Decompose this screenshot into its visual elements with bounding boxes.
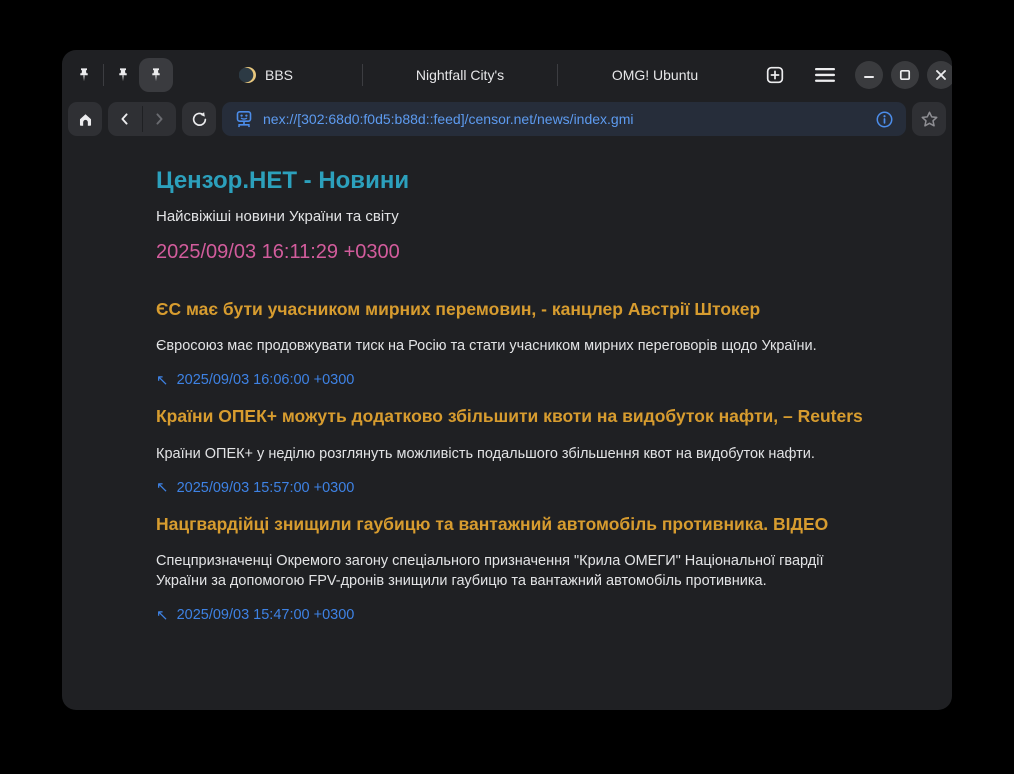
- window-controls: [855, 61, 952, 89]
- article-link-label: 2025/09/03 16:06:00 +0300: [177, 372, 355, 388]
- url-text[interactable]: nex://[302:68d0:f0d5:b88d::feed]/censor.…: [263, 111, 866, 127]
- link-arrow-icon: ↖: [156, 480, 169, 495]
- tab-bbs[interactable]: BBS: [173, 56, 359, 94]
- hamburger-icon: [814, 67, 836, 83]
- navigation-bar: nex://[302:68d0:f0d5:b88d::feed]/censor.…: [62, 96, 952, 142]
- browser-window: BBS Nightfall City's OMG! Ubuntu: [62, 50, 952, 710]
- new-tab-button[interactable]: [759, 59, 791, 91]
- minimize-button[interactable]: [855, 61, 883, 89]
- reload-icon: [191, 111, 208, 128]
- link-arrow-icon: ↖: [156, 608, 169, 623]
- retro-computer-icon: [234, 109, 254, 129]
- page-content: Цензор.НЕТ - Новини Найсвіжіші новини Ук…: [62, 142, 952, 623]
- tab-label: BBS: [265, 67, 293, 83]
- article-link[interactable]: ↖ 2025/09/03 16:06:00 +0300: [156, 372, 354, 388]
- article-link[interactable]: ↖ 2025/09/03 15:47:00 +0300: [156, 607, 354, 623]
- tab-nightfall-citys[interactable]: Nightfall City's: [366, 56, 554, 94]
- article-1: ЄС має бути учасником мирних перемовин, …: [156, 298, 912, 388]
- close-icon: [935, 69, 947, 81]
- pushpin-icon: [115, 67, 131, 83]
- reload-button[interactable]: [182, 102, 216, 136]
- close-button[interactable]: [927, 61, 952, 89]
- article-body: Країни ОПЕК+ у неділю розглянуть можливі…: [156, 444, 832, 464]
- back-button[interactable]: [108, 102, 142, 136]
- article-heading: Країни ОПЕК+ можуть додатково збільшити …: [156, 405, 876, 427]
- history-buttons: [108, 102, 176, 136]
- tab-label: Nightfall City's: [416, 67, 504, 83]
- article-3: Нацгвардійці знищили гаубицю та вантажни…: [156, 513, 912, 623]
- bookmark-button[interactable]: [912, 102, 946, 136]
- pinned-tab-2[interactable]: [107, 59, 139, 91]
- plus-square-icon: [765, 65, 785, 85]
- home-icon: [77, 111, 94, 128]
- pill-divider: [142, 106, 143, 132]
- page-subtitle: Найсвіжіші новини України та світу: [156, 208, 912, 225]
- tab-label: OMG! Ubuntu: [612, 67, 698, 83]
- tab-separator: [362, 64, 363, 86]
- feed-timestamp: 2025/09/03 16:11:29 +0300: [156, 241, 912, 264]
- article-body: Євросоюз має продовжувати тиск на Росію …: [156, 336, 832, 356]
- maximize-icon: [899, 69, 911, 81]
- page-title: Цензор.НЕТ - Новини: [156, 166, 912, 196]
- link-arrow-icon: ↖: [156, 373, 169, 388]
- menu-button[interactable]: [807, 59, 843, 91]
- pinned-tab-1[interactable]: [68, 59, 100, 91]
- article-body: Спецпризначенці Окремого загону спеціаль…: [156, 551, 832, 591]
- article-link[interactable]: ↖ 2025/09/03 15:57:00 +0300: [156, 480, 354, 496]
- minimize-icon: [863, 69, 875, 81]
- article-link-label: 2025/09/03 15:57:00 +0300: [177, 480, 355, 496]
- article-2: Країни ОПЕК+ можуть додатково збільшити …: [156, 405, 912, 495]
- crescent-moon-icon: [239, 66, 257, 84]
- chevron-right-icon: [151, 111, 167, 127]
- pushpin-icon: [76, 67, 92, 83]
- tab-separator: [103, 64, 104, 86]
- home-button[interactable]: [68, 102, 102, 136]
- article-heading: ЄС має бути учасником мирних перемовин, …: [156, 298, 876, 320]
- info-circle-icon[interactable]: [875, 110, 894, 129]
- maximize-button[interactable]: [891, 61, 919, 89]
- tab-separator: [557, 64, 558, 86]
- tab-bar: BBS Nightfall City's OMG! Ubuntu: [62, 50, 952, 96]
- article-link-label: 2025/09/03 15:47:00 +0300: [177, 607, 355, 623]
- article-heading: Нацгвардійці знищили гаубицю та вантажни…: [156, 513, 876, 535]
- chevron-left-icon: [117, 111, 133, 127]
- pinned-tab-3-active[interactable]: [139, 58, 173, 92]
- url-bar[interactable]: nex://[302:68d0:f0d5:b88d::feed]/censor.…: [222, 102, 906, 136]
- star-outline-icon: [920, 110, 939, 129]
- forward-button[interactable]: [142, 102, 176, 136]
- tab-omg-ubuntu[interactable]: OMG! Ubuntu: [561, 56, 749, 94]
- pushpin-icon: [148, 67, 164, 83]
